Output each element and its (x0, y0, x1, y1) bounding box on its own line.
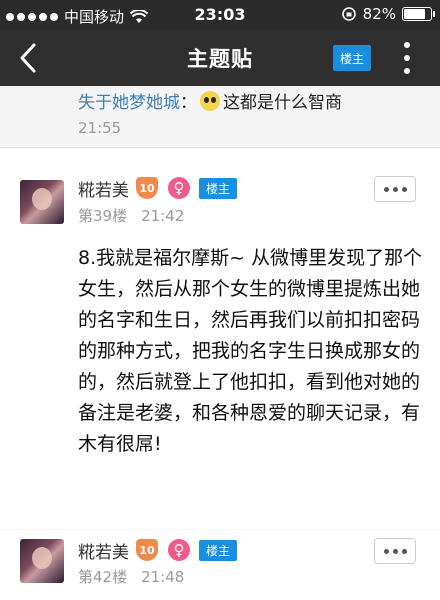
reply-line: 失于她梦她城： 这都是什么智商 (78, 88, 342, 113)
reply-username[interactable]: 失于她梦她城 (78, 93, 180, 113)
level-badge: 10 (136, 539, 158, 561)
post-time: 21:48 (141, 568, 185, 586)
reply-separator: ： (180, 93, 197, 113)
battery-icon (402, 7, 435, 21)
level-badge: 10 (136, 177, 158, 199)
post-meta: 第42楼 21:48 (78, 566, 184, 587)
reply-time: 21:55 (78, 119, 122, 137)
post-username[interactable]: 糀若美 (78, 538, 129, 563)
post-time: 21:42 (141, 207, 185, 225)
owner-only-button[interactable]: 楼主 (333, 45, 371, 71)
post-content: 8.我就是福尔摩斯~ 从微博里发现了那个女生，然后从那个女生的微博里提炼出她的名… (78, 247, 423, 455)
floor-number: 第39楼 (78, 207, 128, 225)
female-icon: ♀ (168, 177, 190, 199)
post-meta: 第39楼 21:42 (78, 205, 184, 226)
avatar[interactable] (20, 539, 64, 583)
nav-bar: 主题贴 楼主 (0, 30, 440, 86)
female-icon: ♀ (168, 539, 190, 561)
page-title: 主题贴 (187, 47, 253, 71)
status-bar: 中国移动 23:03 82% (0, 0, 440, 30)
more-options-button[interactable] (396, 42, 418, 74)
shocked-emoji-icon (200, 91, 220, 111)
reply-text: 这都是什么智商 (223, 93, 342, 113)
owner-badge: 楼主 (199, 540, 237, 561)
post-options-button[interactable] (374, 538, 416, 564)
battery-percent: 82% (362, 5, 396, 23)
avatar[interactable] (20, 180, 64, 224)
owner-badge: 楼主 (199, 178, 237, 199)
post-floor-42: 糀若美 10 ♀ 楼主 第42楼 21:48 (0, 530, 440, 600)
post-options-button[interactable] (374, 176, 416, 202)
post-username[interactable]: 糀若美 (78, 176, 129, 201)
post-floor-39: 糀若美 10 ♀ 楼主 第39楼 21:42 8.我就是福尔摩斯~ 从微博里发现了… (0, 149, 440, 529)
rotation-lock-icon (341, 7, 356, 21)
reply-item: 失于她梦她城： 这都是什么智商 21:55 (0, 86, 440, 148)
floor-number: 第42楼 (78, 568, 128, 586)
